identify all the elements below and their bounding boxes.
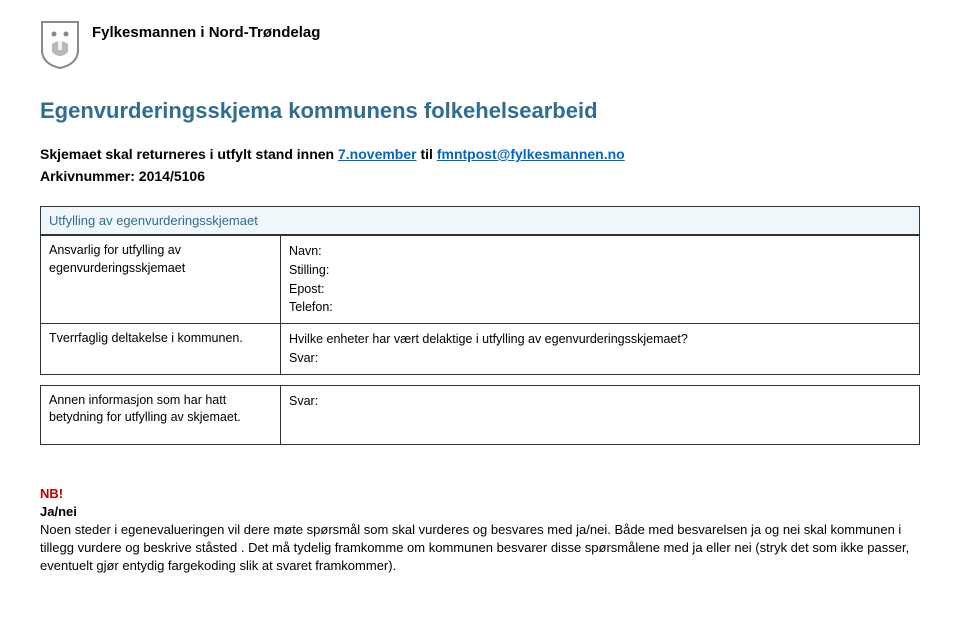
table-row: Tverrfaglig deltakelse i kommunen. Hvilk… (41, 323, 919, 374)
form-table-extra: Annen informasjon som har hatt betydning… (40, 385, 920, 445)
form-table: Utfylling av egenvurderingsskjemaet Ansv… (40, 206, 920, 375)
nb-label: NB! (40, 486, 63, 501)
intro-line: Skjemaet skal returneres i utfylt stand … (40, 146, 920, 162)
email-link[interactable]: fmntpost@fylkesmannen.no (437, 146, 625, 162)
answer-label: Svar: (289, 349, 911, 368)
field-label: Telefon: (289, 298, 911, 317)
question-text: Hvilke enheter har vært delaktige i utfy… (289, 330, 911, 349)
field-label: Stilling: (289, 261, 911, 280)
table-row: Ansvarlig for utfylling av egenvurdering… (41, 235, 919, 323)
intro-mid: til (417, 146, 437, 162)
row-label: Ansvarlig for utfylling av egenvurdering… (41, 236, 281, 323)
row-label: Annen informasjon som har hatt betydning… (41, 386, 281, 444)
crest-icon (40, 20, 80, 70)
table-row: Annen informasjon som har hatt betydning… (41, 386, 919, 444)
answer-label: Svar: (289, 392, 911, 411)
org-name: Fylkesmannen i Nord-Trøndelag (92, 20, 320, 41)
section-header: Utfylling av egenvurderingsskjemaet (41, 207, 919, 235)
row-label: Tverrfaglig deltakelse i kommunen. (41, 324, 281, 374)
nb-note: NB! Ja/nei Noen steder i egenevalueringe… (40, 485, 920, 576)
field-label: Navn: (289, 242, 911, 261)
row-content: Svar: (281, 386, 919, 444)
field-label: Epost: (289, 280, 911, 299)
deadline-date-link[interactable]: 7.november (338, 146, 417, 162)
row-content: Hvilke enheter har vært delaktige i utfy… (281, 324, 919, 374)
intro-prefix: Skjemaet skal returneres i utfylt stand … (40, 146, 338, 162)
archive-number: Arkivnummer: 2014/5106 (40, 168, 920, 184)
page-title: Egenvurderingsskjema kommunens folkehels… (40, 98, 920, 124)
row-content: Navn: Stilling: Epost: Telefon: (281, 236, 919, 323)
nb-text: Noen steder i egenevalueringen vil dere … (40, 522, 909, 573)
nb-janei: Ja/nei (40, 504, 77, 519)
